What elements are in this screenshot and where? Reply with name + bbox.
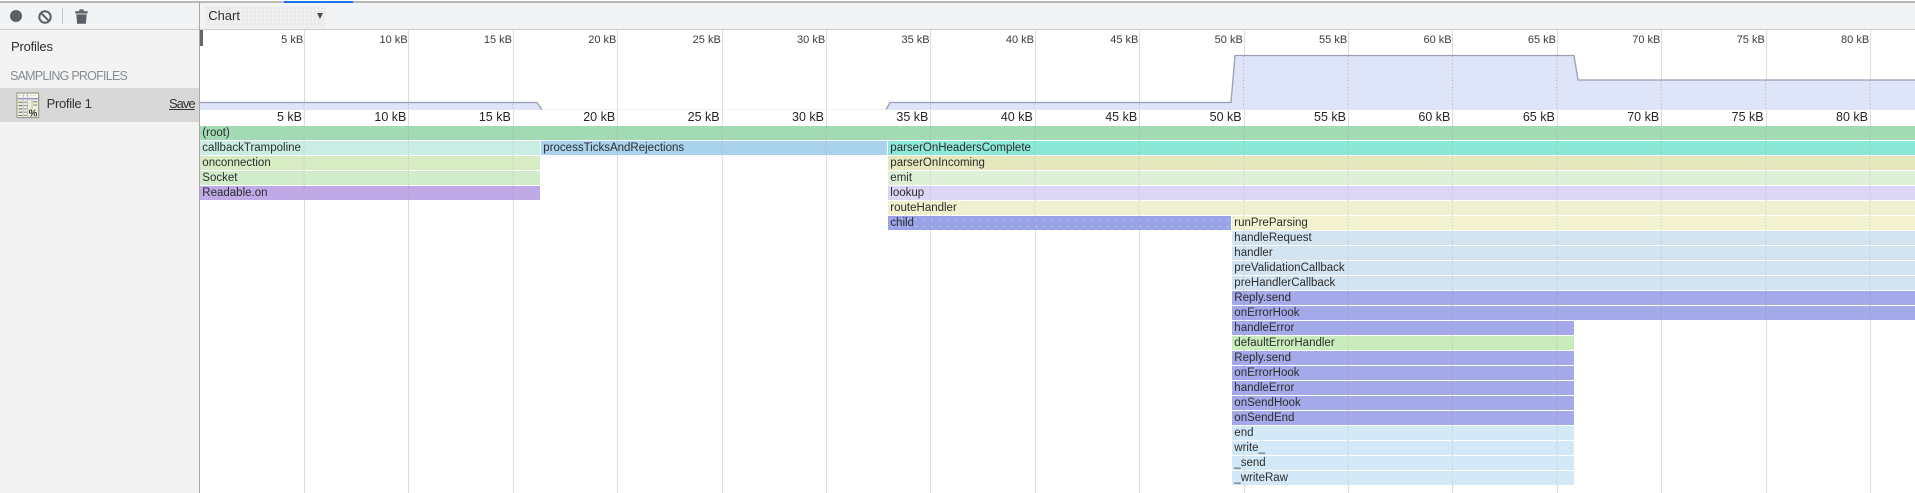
svg-text:%: % <box>29 109 38 119</box>
